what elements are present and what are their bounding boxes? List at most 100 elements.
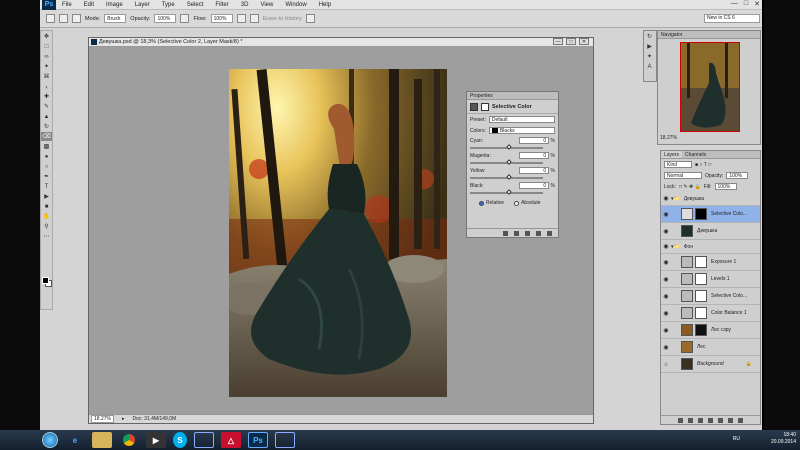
black-input[interactable]: 0 bbox=[519, 182, 550, 189]
erase-history-checkbox[interactable] bbox=[249, 14, 259, 23]
layer-row-group-girl[interactable]: ◉ ▾📁 Девушка bbox=[661, 192, 760, 206]
new-adjustment-icon[interactable] bbox=[708, 417, 713, 423]
magenta-track[interactable] bbox=[470, 159, 543, 165]
link-layers-icon[interactable] bbox=[678, 417, 683, 423]
opacity-input[interactable]: 100% bbox=[154, 14, 177, 23]
clone-source-icon[interactable]: ✦ bbox=[644, 52, 655, 61]
menu-window[interactable]: Window bbox=[279, 2, 312, 8]
yellow-input[interactable]: 0 bbox=[519, 167, 550, 174]
pen-tool-icon[interactable]: ✒ bbox=[41, 172, 52, 181]
airbrush-icon[interactable] bbox=[236, 14, 246, 23]
visibility-icon[interactable] bbox=[536, 230, 541, 236]
layer-row-levels[interactable]: ◉ Levels 1 bbox=[661, 271, 760, 288]
minimize-icon[interactable]: — bbox=[731, 0, 738, 8]
eye-icon[interactable]: ◉ bbox=[661, 228, 671, 235]
healing-tool-icon[interactable]: ✚ bbox=[41, 92, 52, 101]
lasso-tool-icon[interactable]: ∞ bbox=[41, 52, 52, 61]
path-select-tool-icon[interactable]: ▶ bbox=[41, 192, 52, 201]
menu-select[interactable]: Select bbox=[181, 2, 210, 8]
system-clock[interactable]: 18:40 20.09.2014 bbox=[771, 432, 796, 446]
cyan-thumb[interactable] bbox=[505, 144, 512, 150]
view-previous-icon[interactable] bbox=[514, 230, 519, 236]
eye-icon[interactable]: ◉ bbox=[661, 310, 671, 317]
layer-mask-thumb[interactable] bbox=[695, 307, 707, 319]
doc-minimize-icon[interactable]: — bbox=[553, 38, 563, 45]
mode-select[interactable]: Brush bbox=[104, 14, 127, 23]
lock-icons[interactable]: □ ✎ ✥ 🔒 bbox=[679, 184, 701, 190]
menu-filter[interactable]: Filter bbox=[209, 2, 234, 8]
menu-view[interactable]: View bbox=[254, 2, 279, 8]
eye-icon[interactable]: ◉ bbox=[661, 293, 671, 300]
layer-opacity-input[interactable]: 100% bbox=[726, 172, 749, 179]
kind-filter-select[interactable]: Kind bbox=[664, 161, 692, 168]
filter-icons[interactable]: ■ ○ T □ bbox=[695, 162, 711, 168]
ie-icon[interactable]: e bbox=[65, 432, 85, 448]
restore-icon[interactable]: □ bbox=[744, 0, 748, 8]
dodge-tool-icon[interactable]: ○ bbox=[41, 162, 52, 171]
shape-tool-icon[interactable]: ■ bbox=[41, 202, 52, 211]
layer-style-icon[interactable] bbox=[688, 417, 693, 423]
cyan-track[interactable] bbox=[470, 144, 543, 150]
zoom-tool-icon[interactable]: ⚲ bbox=[41, 222, 52, 231]
close-icon[interactable]: ✕ bbox=[754, 0, 760, 8]
history-brush-tool-icon[interactable]: ↻ bbox=[41, 122, 52, 131]
eraser-tool-icon[interactable] bbox=[46, 14, 55, 23]
layer-row-forest-copy[interactable]: ◉ Лес сзру bbox=[661, 322, 760, 339]
new-group-icon[interactable] bbox=[718, 417, 723, 423]
absolute-radio[interactable]: Absolute bbox=[514, 200, 541, 206]
eye-icon[interactable]: ◉ bbox=[661, 276, 671, 283]
eye-icon[interactable]: ◉ bbox=[661, 211, 671, 218]
type-tool-icon[interactable]: T bbox=[41, 182, 52, 191]
navigator-preview[interactable] bbox=[680, 42, 740, 132]
yellow-thumb[interactable] bbox=[505, 174, 512, 180]
eye-icon[interactable]: ◉ bbox=[661, 361, 671, 368]
colors-select[interactable]: Blacks bbox=[488, 127, 555, 134]
eye-icon[interactable]: ◉ bbox=[661, 243, 671, 250]
foreground-color-swatch[interactable] bbox=[42, 277, 49, 284]
pressure-size-icon[interactable] bbox=[305, 14, 315, 23]
black-track[interactable] bbox=[470, 189, 543, 195]
cyan-input[interactable]: 0 bbox=[519, 137, 550, 144]
menu-edit[interactable]: Edit bbox=[78, 2, 100, 8]
layer-row-selective-color-1[interactable]: ◉ Selective Colo... bbox=[661, 288, 760, 305]
layer-row-forest[interactable]: ◉ Лес bbox=[661, 339, 760, 356]
reset-icon[interactable] bbox=[525, 230, 530, 236]
eraser-tool-icon[interactable]: ⌫ bbox=[41, 132, 52, 141]
delete-layer-icon[interactable] bbox=[738, 417, 743, 423]
layer-mask-thumb[interactable] bbox=[695, 273, 707, 285]
workspace-select[interactable]: New in CS 6 bbox=[704, 14, 760, 23]
eye-icon[interactable]: ◉ bbox=[661, 259, 671, 266]
explorer-icon[interactable] bbox=[92, 432, 112, 448]
fill-input[interactable]: 100% bbox=[714, 183, 737, 190]
skype-icon[interactable]: S bbox=[173, 432, 187, 448]
eye-icon[interactable]: ◉ bbox=[661, 344, 671, 351]
layer-row-color-balance[interactable]: ◉ Color Balance 1 bbox=[661, 305, 760, 322]
magenta-input[interactable]: 0 bbox=[519, 152, 550, 159]
relative-radio[interactable]: Relative bbox=[479, 200, 504, 206]
status-arrow-icon[interactable]: ▸ bbox=[122, 416, 125, 422]
menu-file[interactable]: File bbox=[56, 2, 78, 8]
menu-type[interactable]: Type bbox=[156, 2, 181, 8]
tab-channels[interactable]: Channels bbox=[682, 151, 709, 158]
menu-3d[interactable]: 3D bbox=[235, 2, 255, 8]
doc-maximize-icon[interactable]: □ bbox=[566, 38, 576, 45]
move-tool-icon[interactable]: ✥ bbox=[41, 32, 52, 41]
magenta-thumb[interactable] bbox=[505, 159, 512, 165]
gradient-tool-icon[interactable]: ▩ bbox=[41, 142, 52, 151]
flow-input[interactable]: 100% bbox=[210, 14, 233, 23]
layer-mask-thumb[interactable] bbox=[695, 290, 707, 302]
marquee-tool-icon[interactable]: □ bbox=[41, 42, 52, 51]
preset-select[interactable]: Default bbox=[488, 116, 555, 123]
extra-tool-icon[interactable]: ⋯ bbox=[41, 232, 52, 241]
properties-tab[interactable]: Properties bbox=[467, 92, 558, 100]
navigator-zoom[interactable]: 18.27% bbox=[660, 135, 677, 141]
stamp-tool-icon[interactable]: ▲ bbox=[41, 112, 52, 121]
layer-row-girl[interactable]: ◉ Девушка bbox=[661, 223, 760, 240]
yellow-track[interactable] bbox=[470, 174, 543, 180]
photoshop-taskbar-icon[interactable]: Ps bbox=[248, 432, 268, 448]
menu-image[interactable]: Image bbox=[100, 2, 129, 8]
history-panel-icon[interactable]: ↻ bbox=[644, 32, 655, 41]
image-canvas[interactable] bbox=[229, 69, 447, 397]
brush-tool-icon[interactable]: ✎ bbox=[41, 102, 52, 111]
brush-panel-icon[interactable] bbox=[72, 14, 81, 23]
